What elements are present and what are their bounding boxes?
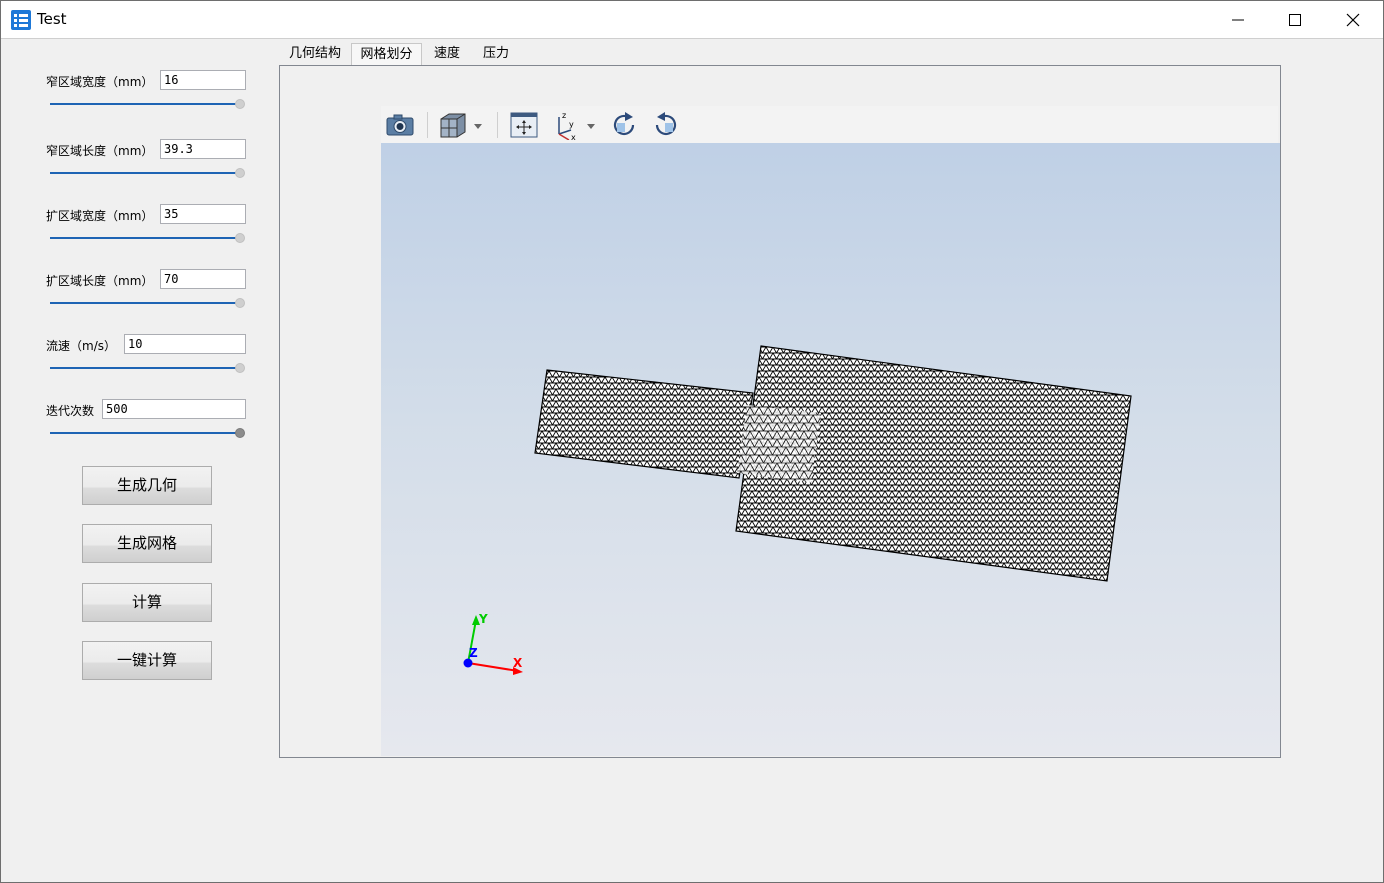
- rotate-cw-icon[interactable]: [609, 110, 639, 140]
- wide-length-label: 扩区域长度（mm）: [46, 274, 154, 288]
- slider-handle[interactable]: [235, 428, 245, 438]
- toolbar-separator: [497, 112, 498, 138]
- viewer-toolbar: z y x: [381, 106, 1278, 144]
- mesh-render: Y X Z: [463, 345, 1132, 675]
- title-bar: Test: [1, 1, 1383, 39]
- wide-width-slider[interactable]: [50, 233, 245, 243]
- compute-button[interactable]: 计算: [82, 583, 212, 622]
- maximize-button[interactable]: [1266, 1, 1324, 38]
- z-axis-label: Z: [469, 646, 478, 660]
- slider-handle[interactable]: [235, 233, 245, 243]
- cube-view-icon[interactable]: [437, 110, 485, 140]
- narrow-length-input[interactable]: [160, 139, 246, 159]
- tab-velocity[interactable]: 速度: [434, 43, 464, 65]
- iterations-slider[interactable]: [50, 428, 245, 438]
- y-axis-label: Y: [478, 612, 488, 626]
- wide-length-slider[interactable]: [50, 298, 245, 308]
- main-window: Test 窄区域宽度（mm） 窄区域长度（mm） 扩区域宽度（mm） 扩区域长度…: [0, 0, 1384, 883]
- tab-mesh[interactable]: 网格划分: [351, 43, 422, 65]
- minimize-icon: [1232, 19, 1244, 21]
- mesh-viewport[interactable]: Y X Z: [381, 143, 1280, 756]
- generate-mesh-button[interactable]: 生成网格: [82, 524, 212, 563]
- slider-handle[interactable]: [235, 363, 245, 373]
- generate-geometry-button[interactable]: 生成几何: [82, 466, 212, 505]
- junction-mesh-zone: [737, 405, 821, 483]
- narrow-width-slider[interactable]: [50, 99, 245, 109]
- x-axis-label: X: [513, 656, 523, 670]
- wide-length-input[interactable]: [160, 269, 246, 289]
- tab-geometry[interactable]: 几何结构: [289, 43, 345, 65]
- velocity-label: 流速（m/s）: [46, 339, 116, 353]
- minimize-button[interactable]: [1209, 1, 1267, 38]
- iterations-label: 迭代次数: [46, 404, 95, 418]
- axes-orientation-icon[interactable]: z y x: [551, 110, 601, 140]
- svg-text:x: x: [571, 133, 576, 140]
- slider-handle[interactable]: [235, 99, 245, 109]
- narrow-mesh-region: [534, 369, 754, 479]
- toolbar-separator: [427, 112, 428, 138]
- narrow-length-label: 窄区域长度（mm）: [46, 144, 154, 158]
- one-click-compute-button[interactable]: 一键计算: [82, 641, 212, 680]
- window-title: Test: [37, 10, 67, 28]
- maximize-icon: [1289, 14, 1301, 26]
- narrow-width-input[interactable]: [160, 70, 246, 90]
- camera-icon[interactable]: [385, 110, 415, 140]
- svg-text:z: z: [562, 111, 566, 120]
- slider-handle[interactable]: [235, 168, 245, 178]
- narrow-width-label: 窄区域宽度（mm）: [46, 75, 154, 89]
- iterations-input[interactable]: [102, 399, 246, 419]
- app-icon: [11, 10, 31, 30]
- rotate-ccw-icon[interactable]: [651, 110, 681, 140]
- tab-pressure[interactable]: 压力: [483, 43, 513, 65]
- slider-handle[interactable]: [235, 298, 245, 308]
- svg-text:y: y: [569, 120, 574, 129]
- wide-width-label: 扩区域宽度（mm）: [46, 209, 154, 223]
- narrow-length-slider[interactable]: [50, 168, 245, 178]
- close-icon: [1346, 13, 1360, 27]
- fit-view-icon[interactable]: [509, 110, 539, 140]
- close-button[interactable]: [1324, 1, 1382, 38]
- velocity-input[interactable]: [124, 334, 246, 354]
- velocity-slider[interactable]: [50, 363, 245, 373]
- wide-width-input[interactable]: [160, 204, 246, 224]
